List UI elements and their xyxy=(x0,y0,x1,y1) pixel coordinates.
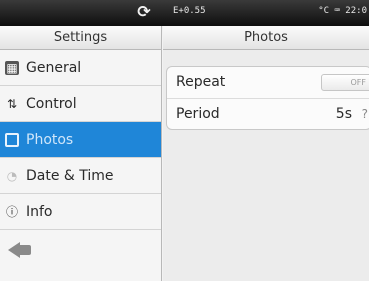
status-left-text: E+0.55 xyxy=(173,6,206,16)
refresh-icon[interactable]: ⟳ xyxy=(136,3,152,21)
period-label: Period xyxy=(176,106,220,122)
status-right-text: °C ⌨ 22:0 xyxy=(318,6,367,16)
clock-icon: ◔ xyxy=(6,169,18,183)
period-marker: ? xyxy=(361,107,368,121)
status-bar: ⟳ E+0.55 °C ⌨ 22:0 xyxy=(0,0,369,26)
info-icon: ⓘ xyxy=(5,205,18,219)
back-button[interactable] xyxy=(0,230,161,270)
sidebar-item-label: General xyxy=(26,60,82,76)
back-arrow-tail xyxy=(19,245,31,255)
sidebar-item-info[interactable]: ⓘ Info xyxy=(0,194,161,230)
repeat-toggle[interactable]: OFF xyxy=(321,74,369,91)
photos-panel: Photos Repeat OFF Period 5s ? xyxy=(163,26,369,281)
sidebar-item-label: Photos xyxy=(26,132,74,148)
repeat-label: Repeat xyxy=(176,74,226,90)
control-icon: ⇅ xyxy=(6,97,18,111)
sidebar-item-label: Info xyxy=(26,204,53,220)
sidebar-item-date-time[interactable]: ◔ Date & Time xyxy=(0,158,161,194)
sidebar-title: Settings xyxy=(0,26,161,50)
period-row[interactable]: Period 5s ? xyxy=(167,98,369,129)
settings-sidebar: Settings ▦ General ⇅ Control Photos ◔ Da… xyxy=(0,26,162,281)
sidebar-item-general[interactable]: ▦ General xyxy=(0,50,161,86)
sidebar-item-label: Control xyxy=(26,96,77,112)
photos-settings-card: Repeat OFF Period 5s ? xyxy=(166,66,369,130)
general-icon: ▦ xyxy=(5,61,19,75)
sidebar-item-control[interactable]: ⇅ Control xyxy=(0,86,161,122)
photos-icon xyxy=(5,133,19,147)
sidebar-item-photos[interactable]: Photos xyxy=(0,122,161,158)
repeat-row: Repeat OFF xyxy=(167,67,369,98)
period-value: 5s xyxy=(335,106,352,122)
repeat-toggle-label: OFF xyxy=(350,78,367,87)
page-title: Photos xyxy=(163,26,369,50)
sidebar-item-label: Date & Time xyxy=(26,168,114,184)
